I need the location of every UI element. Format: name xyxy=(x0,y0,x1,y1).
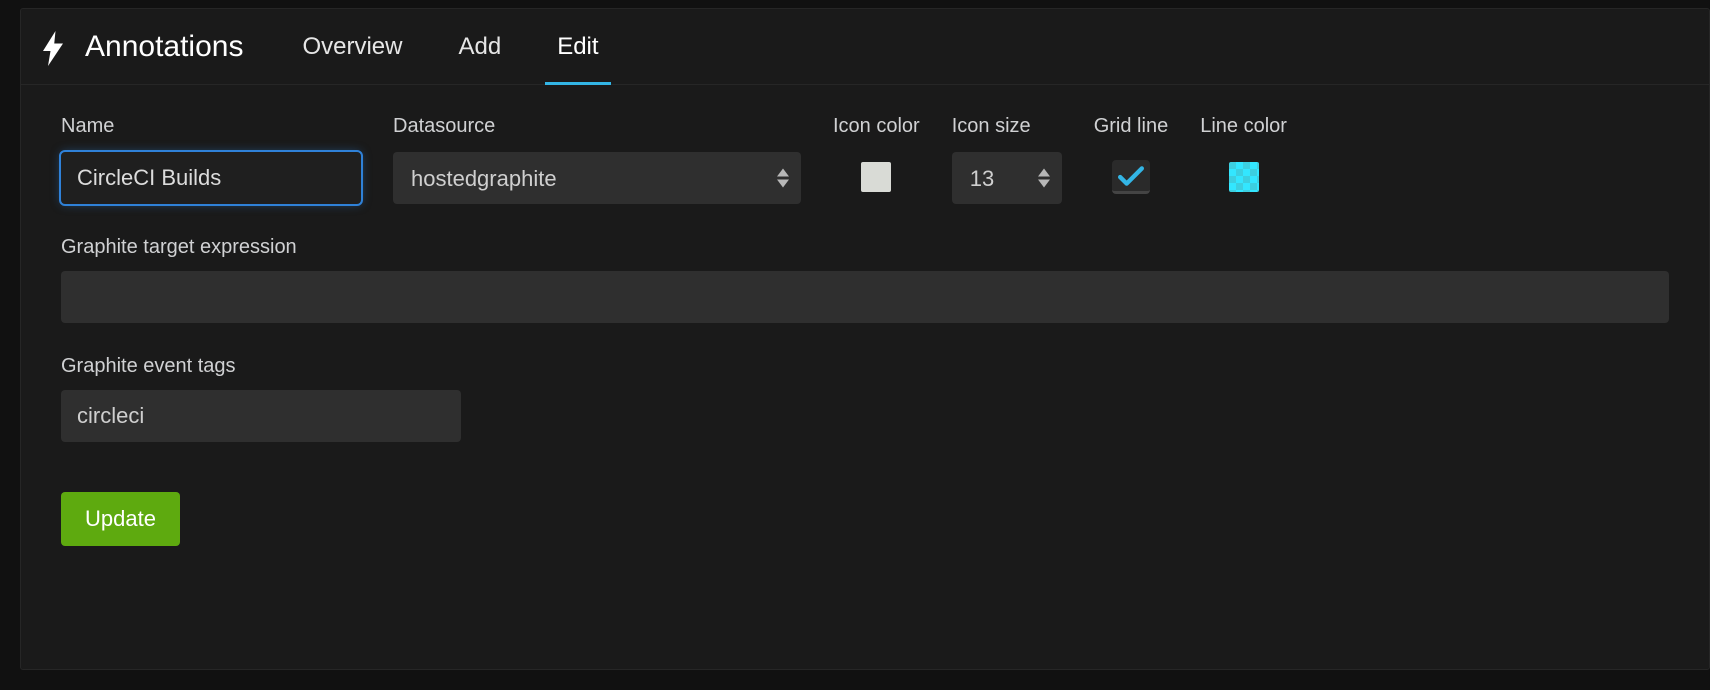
form-content: Name Datasource hostedgraphite Icon colo… xyxy=(21,85,1709,546)
name-input[interactable] xyxy=(61,152,361,204)
target-expression-input[interactable] xyxy=(61,271,1669,323)
bolt-icon xyxy=(43,31,63,63)
tab-add[interactable]: Add xyxy=(454,9,505,84)
event-tags-input[interactable] xyxy=(61,390,461,442)
tab-edit[interactable]: Edit xyxy=(553,9,602,84)
icon-color-swatch[interactable] xyxy=(861,162,891,192)
update-button[interactable]: Update xyxy=(61,492,180,546)
datasource-select[interactable]: hostedgraphite xyxy=(393,152,801,204)
line-color-swatch[interactable] xyxy=(1229,162,1259,192)
label-name: Name xyxy=(61,115,361,138)
field-name: Name xyxy=(61,115,361,204)
grid-line-checkbox[interactable] xyxy=(1112,160,1150,194)
tabs: Overview Add Edit xyxy=(298,9,602,84)
panel-header: Annotations Overview Add Edit xyxy=(21,9,1709,85)
datasource-select-wrap: hostedgraphite xyxy=(393,152,801,204)
label-line-color: Line color xyxy=(1200,115,1287,138)
label-icon-size: Icon size xyxy=(952,115,1062,138)
field-datasource: Datasource hostedgraphite xyxy=(393,115,801,204)
label-icon-color: Icon color xyxy=(833,115,920,138)
field-grid-line: Grid line xyxy=(1094,115,1168,194)
label-target-expression: Graphite target expression xyxy=(61,236,1669,259)
field-line-color: Line color xyxy=(1200,115,1287,192)
field-icon-size: Icon size 13 xyxy=(952,115,1062,204)
check-icon xyxy=(1118,165,1144,187)
label-grid-line: Grid line xyxy=(1094,115,1168,138)
icon-size-select-wrap: 13 xyxy=(952,152,1062,204)
tab-overview[interactable]: Overview xyxy=(298,9,406,84)
icon-size-select[interactable]: 13 xyxy=(952,152,1062,204)
form-row-top: Name Datasource hostedgraphite Icon colo… xyxy=(61,115,1669,204)
field-icon-color: Icon color xyxy=(833,115,920,192)
label-datasource: Datasource xyxy=(393,115,801,138)
page-title: Annotations xyxy=(85,30,243,64)
label-event-tags: Graphite event tags xyxy=(61,355,1669,378)
annotations-panel: Annotations Overview Add Edit Name Datas… xyxy=(20,8,1710,670)
